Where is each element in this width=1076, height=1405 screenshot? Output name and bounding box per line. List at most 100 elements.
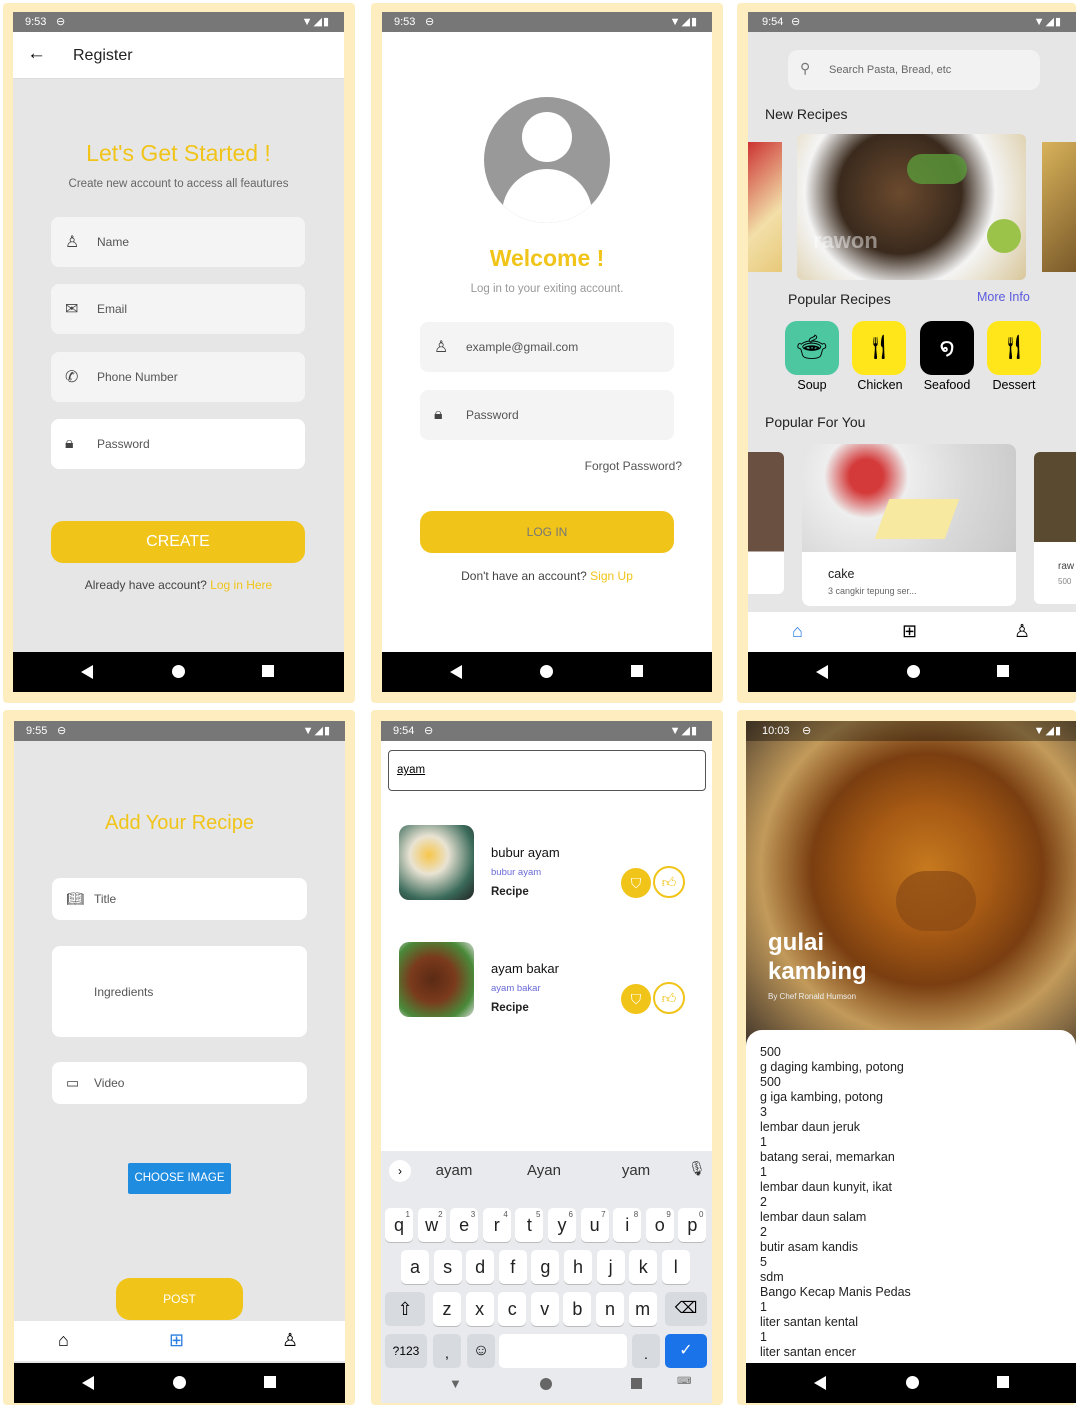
add-tab-icon[interactable]: ⊞	[902, 621, 917, 642]
dessert-label[interactable]: Dessert	[982, 378, 1046, 392]
profile-tab-icon[interactable]: ♙	[282, 1330, 298, 1351]
add-tab-icon[interactable]: ⊞	[169, 1330, 184, 1351]
more-info-link[interactable]: More Info	[977, 290, 1030, 304]
like-icon[interactable]: 👍︎	[653, 866, 685, 898]
keyboard-home-icon[interactable]	[540, 1378, 552, 1390]
chicken-label[interactable]: Chicken	[848, 378, 912, 392]
dessert-category-icon[interactable]: 🍴︎	[987, 321, 1041, 375]
suggestion[interactable]: Ayan	[511, 1162, 577, 1179]
key[interactable]: u7	[580, 1208, 609, 1242]
keyboard-switch-icon[interactable]: ⌨	[677, 1376, 691, 1387]
search-bar[interactable]: ⚲ Search Pasta, Bread, etc	[788, 50, 1040, 90]
result-title[interactable]: ayam bakar	[491, 961, 559, 976]
key[interactable]: x	[465, 1292, 494, 1326]
key[interactable]: f	[498, 1250, 527, 1284]
keyboard-recents-icon[interactable]	[631, 1378, 642, 1389]
bookmark-icon[interactable]: ⛉	[621, 984, 651, 1014]
forgot-password-link[interactable]: Forgot Password?	[585, 459, 682, 473]
home-nav-icon[interactable]	[540, 665, 553, 678]
key[interactable]: p0	[678, 1208, 707, 1242]
login-button[interactable]: LOG IN	[420, 511, 674, 553]
home-nav-icon[interactable]	[172, 665, 185, 678]
space-key[interactable]	[499, 1334, 627, 1368]
side-banner-left[interactable]	[748, 142, 782, 272]
suggestion[interactable]: ayam	[421, 1162, 487, 1179]
key[interactable]: z	[433, 1292, 461, 1326]
email-field[interactable]: ♙ example@gmail.com	[420, 322, 674, 372]
phone-field[interactable]: ✆ Phone Number	[51, 352, 305, 402]
seafood-category-icon[interactable]: ໑	[920, 321, 974, 375]
key[interactable]: w2	[417, 1208, 446, 1242]
post-button[interactable]: POST	[116, 1278, 243, 1320]
choose-image-button[interactable]: CHOOSE IMAGE	[128, 1163, 231, 1194]
back-nav-icon[interactable]	[814, 1376, 826, 1390]
like-icon[interactable]: 👍︎	[653, 982, 685, 1014]
key[interactable]: c	[498, 1292, 527, 1326]
title-field[interactable]: 📖︎ Title	[52, 878, 307, 920]
suggestion[interactable]: yam	[603, 1162, 669, 1179]
key[interactable]: r4	[482, 1208, 511, 1242]
new-recipe-banner[interactable]: rawon	[797, 134, 1026, 280]
key[interactable]: n	[596, 1292, 624, 1326]
enter-check-icon[interactable]: ✓	[665, 1334, 707, 1368]
side-card-left[interactable]	[748, 452, 784, 594]
video-field[interactable]: ▭ Video	[52, 1062, 307, 1104]
key[interactable]: q1	[385, 1208, 413, 1242]
soup-category-icon[interactable]: 🍲︎	[785, 321, 839, 375]
back-nav-icon[interactable]	[81, 665, 93, 679]
side-banner-right[interactable]	[1042, 142, 1076, 272]
key[interactable]: s	[433, 1250, 462, 1284]
chevron-right-icon[interactable]: ›	[389, 1160, 411, 1182]
key[interactable]: e3	[450, 1208, 479, 1242]
key[interactable]: d	[466, 1250, 495, 1284]
signup-link[interactable]: Sign Up	[590, 569, 633, 583]
key[interactable]: a	[401, 1250, 429, 1284]
symbols-key[interactable]: ?123	[385, 1334, 427, 1368]
recents-nav-icon[interactable]	[264, 1376, 276, 1388]
back-nav-icon[interactable]	[450, 665, 462, 679]
email-field[interactable]: ✉ Email	[51, 284, 305, 334]
home-tab-icon[interactable]: ⌂	[58, 1330, 69, 1351]
ingredients-field[interactable]: Ingredients	[52, 946, 307, 1037]
backspace-icon[interactable]: ⌫	[665, 1292, 707, 1326]
key[interactable]: y6	[548, 1208, 576, 1242]
recipe-card[interactable]: cake 3 cangkir tepung ser...	[802, 444, 1016, 606]
key[interactable]: v	[530, 1292, 559, 1326]
key[interactable]: g	[531, 1250, 560, 1284]
home-nav-icon[interactable]	[906, 1376, 919, 1389]
side-card-right[interactable]: raw 500	[1034, 452, 1076, 604]
microphone-icon[interactable]: 🎙︎	[688, 1160, 706, 1177]
key[interactable]: k	[629, 1250, 658, 1284]
key[interactable]: m	[628, 1292, 657, 1326]
key[interactable]: h	[564, 1250, 592, 1284]
back-nav-icon[interactable]	[816, 665, 828, 679]
password-field[interactable]: 🔒︎ Password	[51, 419, 305, 469]
profile-tab-icon[interactable]: ♙	[1014, 621, 1030, 642]
recents-nav-icon[interactable]	[997, 665, 1009, 677]
bookmark-icon[interactable]: ⛉	[621, 868, 651, 898]
search-input[interactable]: ayam	[388, 750, 706, 791]
back-arrow-icon[interactable]: ←	[27, 43, 46, 65]
back-nav-icon[interactable]	[82, 1376, 94, 1390]
ayam-bakar-image[interactable]	[399, 942, 474, 1017]
home-tab-icon[interactable]: ⌂	[792, 621, 803, 642]
keyboard-back-icon[interactable]: ▼	[449, 1376, 462, 1391]
recents-nav-icon[interactable]	[262, 665, 274, 677]
key[interactable]: j	[596, 1250, 625, 1284]
key[interactable]: o9	[645, 1208, 674, 1242]
key[interactable]: t5	[515, 1208, 544, 1242]
period-key[interactable]: .	[632, 1334, 660, 1368]
recents-nav-icon[interactable]	[631, 665, 643, 677]
key[interactable]: l	[661, 1250, 690, 1284]
recents-nav-icon[interactable]	[997, 1376, 1009, 1388]
login-link[interactable]: Log in Here	[210, 578, 272, 592]
name-field[interactable]: ♙ Name	[51, 217, 305, 267]
bubur-ayam-image[interactable]	[399, 825, 474, 900]
chicken-category-icon[interactable]: 🍴︎	[852, 321, 906, 375]
comma-key[interactable]: ,	[433, 1334, 461, 1368]
soup-label[interactable]: Soup	[785, 378, 839, 392]
create-button[interactable]: CREATE	[51, 521, 305, 563]
shift-icon[interactable]: ⇧	[385, 1292, 425, 1326]
key[interactable]: i8	[613, 1208, 642, 1242]
seafood-label[interactable]: Seafood	[914, 378, 980, 392]
